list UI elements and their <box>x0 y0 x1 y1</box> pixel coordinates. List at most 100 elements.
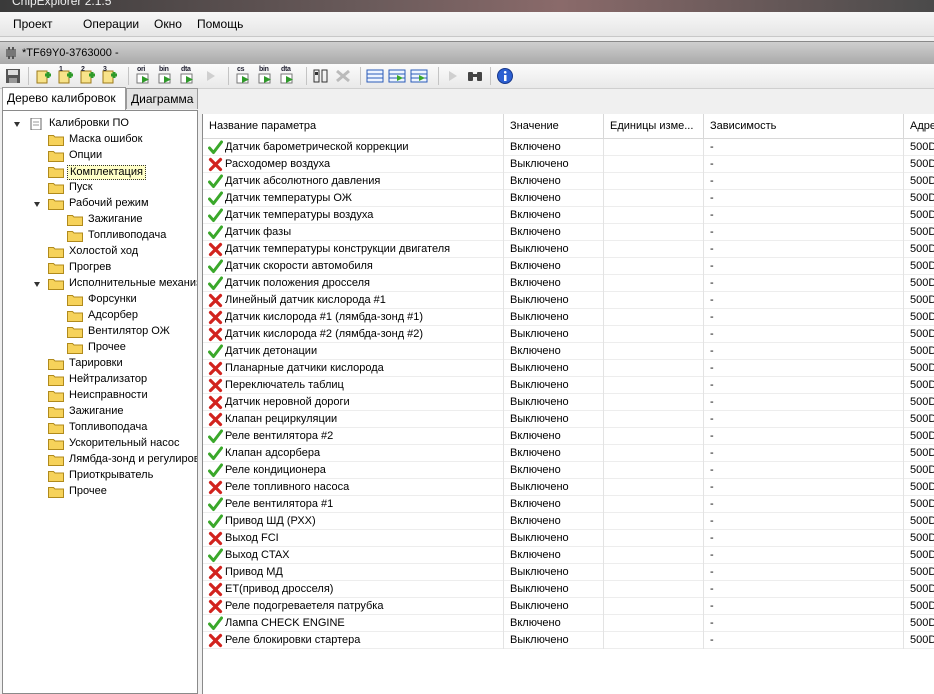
table-row[interactable]: Датчик абсолютного давления Включено -500D <box>203 173 934 190</box>
parameter-value[interactable]: Выключено <box>504 479 604 496</box>
column-header-dependency[interactable]: Зависимость <box>704 114 904 138</box>
cs-icon[interactable]: cs <box>234 66 252 85</box>
table-row[interactable]: Реле вентилятора #2 Включено -500D <box>203 428 934 445</box>
dta2-icon[interactable]: dta <box>278 66 296 85</box>
parameter-value[interactable]: Включено <box>504 139 604 156</box>
binoculars-icon[interactable] <box>466 67 484 85</box>
parameter-value[interactable]: Выключено <box>504 530 604 547</box>
table-row[interactable]: Выход CTAX Включено -500D <box>203 547 934 564</box>
menu-window[interactable]: Окно <box>154 17 182 31</box>
parameter-value[interactable]: Выключено <box>504 326 604 343</box>
table-row[interactable]: Датчик положения дросселя Включено -500D <box>203 275 934 292</box>
new-3-icon[interactable]: 3 <box>100 66 118 85</box>
table-row[interactable]: Реле вентилятора #1 Включено -500D <box>203 496 934 513</box>
table-row[interactable]: Реле кондиционера Включено -500D <box>203 462 934 479</box>
bin2-icon[interactable]: bin <box>256 66 274 85</box>
parameter-dependency: - <box>704 581 904 598</box>
parameter-value[interactable]: Включено <box>504 207 604 224</box>
table-row[interactable]: Датчик температуры конструкции двигателя… <box>203 241 934 258</box>
new-icon[interactable] <box>34 67 52 85</box>
parameter-value[interactable]: Выключено <box>504 598 604 615</box>
tab-calibration-tree[interactable]: Дерево калибровок <box>2 87 126 110</box>
save-icon[interactable] <box>4 67 22 85</box>
parameter-value[interactable]: Включено <box>504 428 604 445</box>
parameter-value[interactable]: Включено <box>504 258 604 275</box>
parameter-value[interactable]: Выключено <box>504 581 604 598</box>
parameter-address: 500D <box>904 479 934 496</box>
table-export-icon[interactable] <box>388 67 406 85</box>
collapse-icon[interactable] <box>13 120 21 128</box>
table-row[interactable]: Планарные датчики кислорода Выключено -500… <box>203 360 934 377</box>
table-row[interactable]: Датчик скорости автомобиля Включено -500D <box>203 258 934 275</box>
ori-icon[interactable]: ori <box>134 66 152 85</box>
new-2-icon[interactable]: 2 <box>78 66 96 85</box>
parameter-value[interactable]: Выключено <box>504 394 604 411</box>
pointer-icon[interactable] <box>202 67 220 85</box>
table-icon[interactable] <box>366 67 384 85</box>
bin-icon[interactable]: bin <box>156 66 174 85</box>
table-row[interactable]: Лампа CHECK ENGINE Включено -500D <box>203 615 934 632</box>
table-row[interactable]: Реле блокировки стартера Выключено -500D <box>203 632 934 649</box>
cross-icon <box>208 327 223 342</box>
table-row[interactable]: Привод МД Выключено -500D <box>203 564 934 581</box>
parameter-value[interactable]: Включено <box>504 190 604 207</box>
table-row[interactable]: Датчик кислорода #2 (лямбда-зонд #2) Выкл… <box>203 326 934 343</box>
parameter-value[interactable]: Выключено <box>504 360 604 377</box>
toolbar: 1 2 3 ori bin dta cs bin dta <box>0 64 934 89</box>
parameter-value[interactable]: Включено <box>504 615 604 632</box>
chart-icon[interactable] <box>444 67 462 85</box>
collapse-icon[interactable] <box>33 200 41 208</box>
parameter-value[interactable]: Выключено <box>504 632 604 649</box>
parameter-value[interactable]: Включено <box>504 224 604 241</box>
parameter-value[interactable]: Включено <box>504 343 604 360</box>
table-row[interactable]: Расходомер воздуха Выключено -500D <box>203 156 934 173</box>
table-row[interactable]: Реле подогреваетеля патрубка Выключено -50… <box>203 598 934 615</box>
parameter-value[interactable]: Включено <box>504 173 604 190</box>
menu-help[interactable]: Помощь <box>197 17 243 31</box>
table-import-icon[interactable] <box>410 67 428 85</box>
table-row[interactable]: Датчик температуры воздуха Включено -500D <box>203 207 934 224</box>
dta-icon[interactable]: dta <box>178 66 196 85</box>
parameter-name-cell: Переключатель таблиц <box>203 377 504 394</box>
parameter-value[interactable]: Включено <box>504 445 604 462</box>
parameter-value[interactable]: Выключено <box>504 411 604 428</box>
table-row[interactable]: Переключатель таблиц Выключено -500D <box>203 377 934 394</box>
menu-project[interactable]: Проект <box>13 17 53 31</box>
parameter-value[interactable]: Включено <box>504 513 604 530</box>
tab-diagram[interactable]: Диаграмма <box>126 88 198 109</box>
table-row[interactable]: Клапан адсорбера Включено -500D <box>203 445 934 462</box>
table-row[interactable]: ET(привод дросселя) Выключено -500D <box>203 581 934 598</box>
table-row[interactable]: Выход FCI Выключено -500D <box>203 530 934 547</box>
table-row[interactable]: Реле топливного насоса Выключено -500D <box>203 479 934 496</box>
parameter-value[interactable]: Включено <box>504 275 604 292</box>
parameter-value[interactable]: Выключено <box>504 309 604 326</box>
disabled-icon[interactable] <box>334 67 352 85</box>
table-row[interactable]: Датчик неровной дороги Выключено -500D <box>203 394 934 411</box>
table-row[interactable]: Привод ШД (РХХ) Включено -500D <box>203 513 934 530</box>
table-row[interactable]: Датчик фазы Включено -500D <box>203 224 934 241</box>
collapse-icon[interactable] <box>33 280 41 288</box>
menu-operations[interactable]: Операции <box>83 17 139 31</box>
parameter-name-cell: Датчик скорости автомобиля <box>203 258 504 275</box>
column-header-address[interactable]: Адре <box>904 114 934 138</box>
parameter-value[interactable]: Выключено <box>504 241 604 258</box>
table-row[interactable]: Датчик температуры ОЖ Включено -500D <box>203 190 934 207</box>
parameter-value[interactable]: Включено <box>504 496 604 513</box>
column-header-name[interactable]: Название параметра <box>203 114 504 138</box>
table-row[interactable]: Датчик барометрической коррекции Включено… <box>203 139 934 156</box>
parameter-value[interactable]: Включено <box>504 547 604 564</box>
column-header-value[interactable]: Значение <box>504 114 604 138</box>
new-1-icon[interactable]: 1 <box>56 66 74 85</box>
parameter-value[interactable]: Выключено <box>504 377 604 394</box>
info-icon[interactable] <box>496 67 514 85</box>
table-row[interactable]: Линейный датчик кислорода #1 Выключено -50… <box>203 292 934 309</box>
column-header-units[interactable]: Единицы изме... <box>604 114 704 138</box>
table-row[interactable]: Датчик детонации Включено -500D <box>203 343 934 360</box>
parameter-value[interactable]: Включено <box>504 462 604 479</box>
parameter-value[interactable]: Выключено <box>504 292 604 309</box>
table-row[interactable]: Датчик кислорода #1 (лямбда-зонд #1) Выкл… <box>203 309 934 326</box>
compare-icon[interactable] <box>312 67 330 85</box>
parameter-value[interactable]: Выключено <box>504 564 604 581</box>
parameter-value[interactable]: Выключено <box>504 156 604 173</box>
table-row[interactable]: Клапан рециркуляции Выключено -500D <box>203 411 934 428</box>
